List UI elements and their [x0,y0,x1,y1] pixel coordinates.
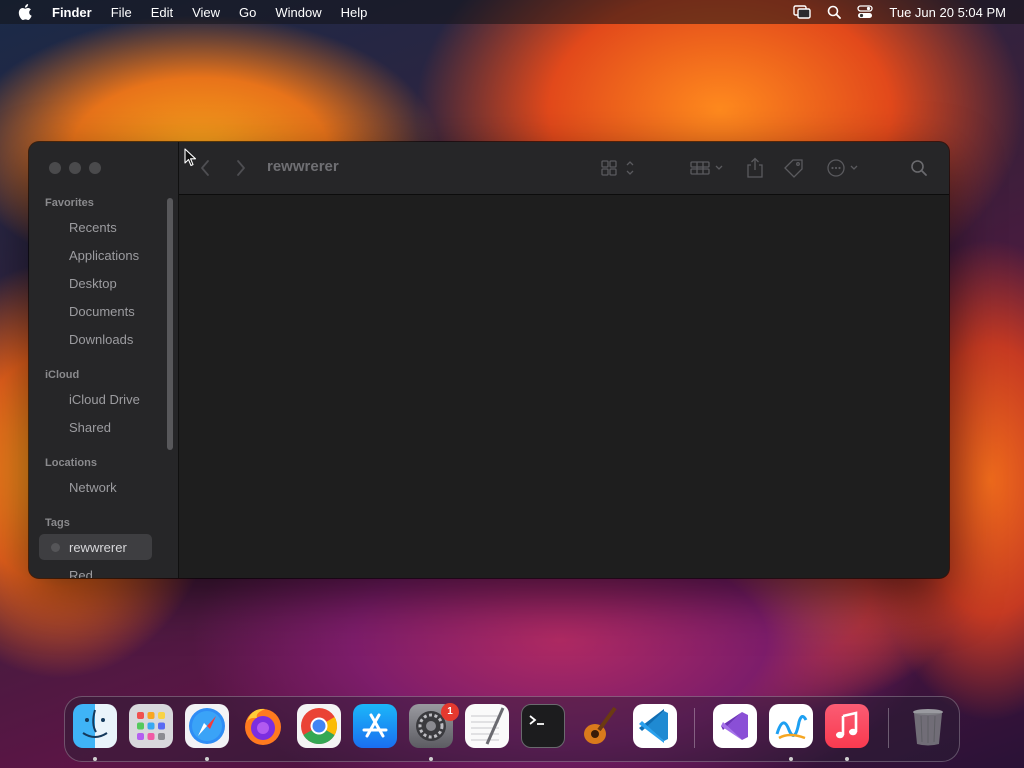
menu-view[interactable]: View [192,5,220,20]
finder-icon[interactable] [73,704,117,748]
freeform-icon[interactable] [769,704,813,748]
finder-content-area[interactable] [179,195,949,578]
finder-sidebar: Favorites Recents Applications Desktop D… [29,142,179,578]
sidebar-item-documents[interactable]: Documents [69,304,135,319]
menu-go[interactable]: Go [239,5,256,20]
search-icon[interactable] [910,156,928,180]
sidebar-item-recents[interactable]: Recents [69,220,117,235]
safari-icon[interactable] [185,704,229,748]
textedit-icon[interactable] [465,704,509,748]
terminal-icon[interactable] [521,704,565,748]
sidebar-scrollbar[interactable] [167,198,173,450]
sidebar-item-applications[interactable]: Applications [69,248,139,263]
minimize-window-button[interactable] [69,162,81,174]
menu-edit[interactable]: Edit [151,5,173,20]
share-icon[interactable] [745,156,765,180]
trash-icon[interactable] [906,704,950,748]
system-settings-running-indicator [429,757,433,761]
window-controls [49,162,101,174]
tag-color-dot-icon [51,543,60,552]
view-mode-icon[interactable] [601,156,639,180]
finder-window: Favorites Recents Applications Desktop D… [29,142,949,578]
window-title: rewwrerer [267,158,339,175]
dock-separator [694,708,695,748]
sidebar-item-icloud-drive[interactable]: iCloud Drive [69,392,140,407]
firefox-icon[interactable] [241,704,285,748]
tag-icon[interactable] [783,156,805,180]
more-actions-icon[interactable] [826,156,862,180]
spotlight-search-icon[interactable] [827,5,842,19]
sidebar-section-tags: Tags [45,517,70,529]
group-icon[interactable] [690,156,726,180]
sidebar-section-locations: Locations [45,457,97,469]
garageband-icon[interactable] [577,704,621,748]
sidebar-item-network[interactable]: Network [69,480,117,495]
finder-running-indicator [93,757,97,761]
mouse-cursor-icon [184,148,197,172]
menu-help[interactable]: Help [341,5,368,20]
menu-bar: Finder File Edit View Go Window Help Tue… [0,0,1024,24]
safari-running-indicator [205,757,209,761]
zoom-window-button[interactable] [89,162,101,174]
music-running-indicator [845,757,849,761]
visual-studio-icon[interactable] [713,704,757,748]
sidebar-item-tag-rewwrerer[interactable]: rewwrerer [69,540,127,555]
menu-window[interactable]: Window [275,5,321,20]
menu-file[interactable]: File [111,5,132,20]
screen-mirroring-icon[interactable] [793,5,812,19]
sidebar-item-tag-red[interactable]: Red [69,568,93,578]
google-chrome-icon[interactable] [297,704,341,748]
menubar-clock[interactable]: Tue Jun 20 5:04 PM [889,5,1006,20]
close-window-button[interactable] [49,162,61,174]
app-store-icon[interactable] [353,704,397,748]
apple-menu-icon[interactable] [18,4,38,20]
music-icon[interactable] [825,704,869,748]
finder-toolbar: rewwrerer [179,142,949,195]
sidebar-item-downloads[interactable]: Downloads [69,332,133,347]
sidebar-section-favorites: Favorites [45,197,94,209]
system-settings-badge: 1 [441,703,459,721]
sidebar-item-desktop[interactable]: Desktop [69,276,117,291]
freeform-running-indicator [789,757,793,761]
control-center-icon[interactable] [857,5,874,19]
sidebar-item-shared[interactable]: Shared [69,420,111,435]
back-icon[interactable] [199,156,211,180]
dock-separator-trash [888,708,889,748]
menu-app-name[interactable]: Finder [52,5,92,20]
sidebar-section-icloud: iCloud [45,369,80,381]
visual-studio-code-icon[interactable] [633,704,677,748]
forward-icon[interactable] [235,156,247,180]
launchpad-icon[interactable] [129,704,173,748]
